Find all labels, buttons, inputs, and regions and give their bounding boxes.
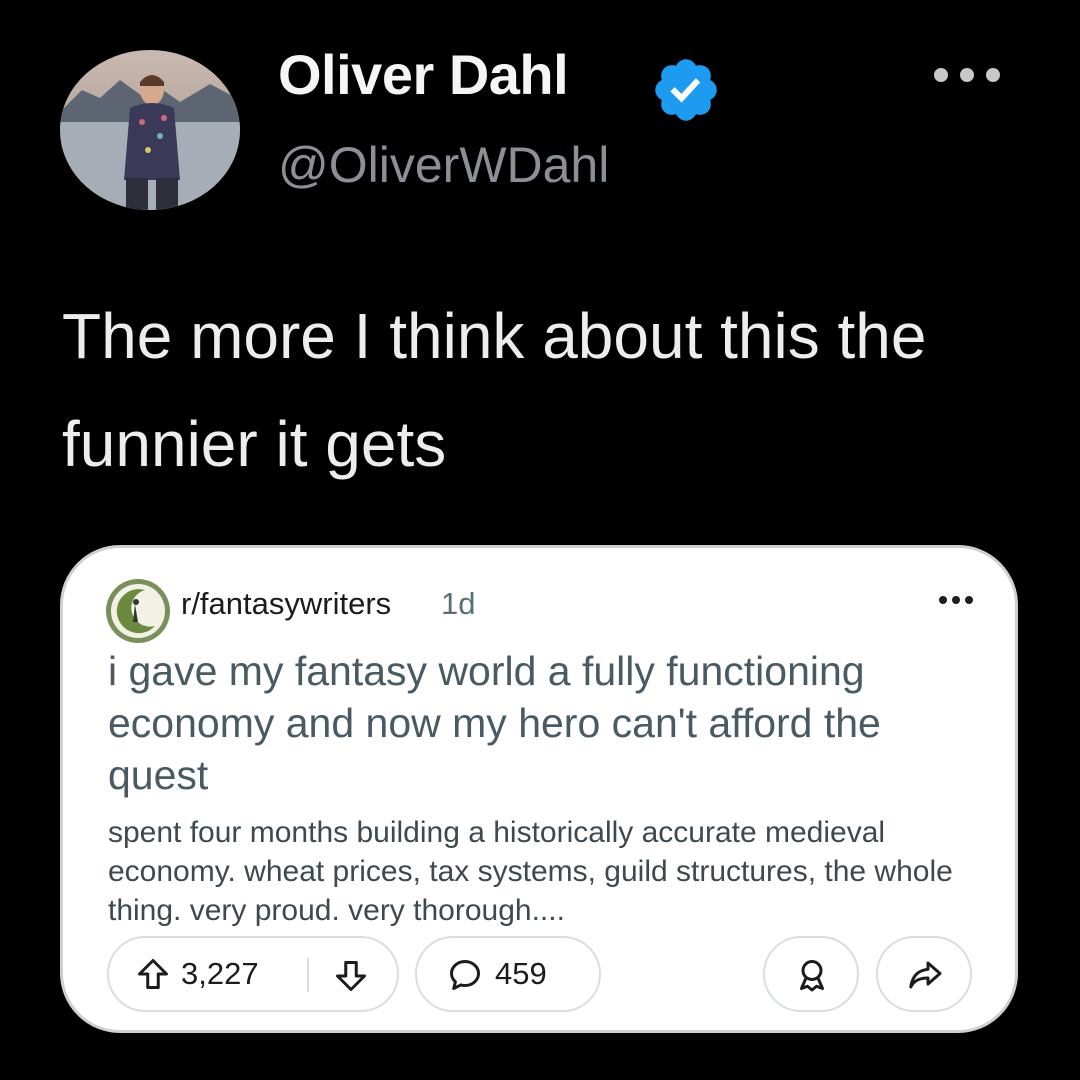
author-name[interactable]: Oliver Dahl — [278, 42, 569, 107]
more-dots-icon[interactable] — [915, 58, 1015, 92]
post-title[interactable]: i gave my fantasy world a fully function… — [108, 645, 988, 801]
speech-bubble-icon — [450, 960, 480, 990]
subreddit-name[interactable]: r/fantasywriters — [181, 586, 391, 622]
comments-button[interactable]: 459 — [415, 936, 601, 1012]
embedded-post-card[interactable]: r/fantasywriters 1d i gave my fantasy wo… — [60, 545, 1018, 1033]
comment-count: 459 — [495, 956, 547, 991]
avatar-photo — [60, 50, 240, 210]
author-avatar[interactable] — [60, 50, 240, 210]
vote-divider — [307, 958, 309, 992]
award-button[interactable] — [763, 936, 859, 1012]
tweet-text: The more I think about this the funnier … — [62, 300, 927, 480]
share-arrow-icon — [909, 961, 942, 989]
post-body: spent four months building a historicall… — [108, 816, 953, 927]
author-handle[interactable]: @OliverWDahl — [278, 136, 609, 194]
arrow-up-icon[interactable] — [135, 956, 171, 992]
arrow-down-icon[interactable] — [333, 958, 369, 994]
subreddit-icon[interactable] — [105, 578, 171, 644]
post-age: 1d — [441, 586, 476, 621]
verified-badge-icon — [655, 59, 717, 121]
share-button[interactable] — [876, 936, 972, 1012]
post-more-dots-icon[interactable] — [936, 593, 976, 607]
upvote-count: 3,227 — [181, 956, 259, 991]
award-icon — [800, 960, 824, 992]
vote-pill: 3,227 — [107, 936, 399, 1012]
